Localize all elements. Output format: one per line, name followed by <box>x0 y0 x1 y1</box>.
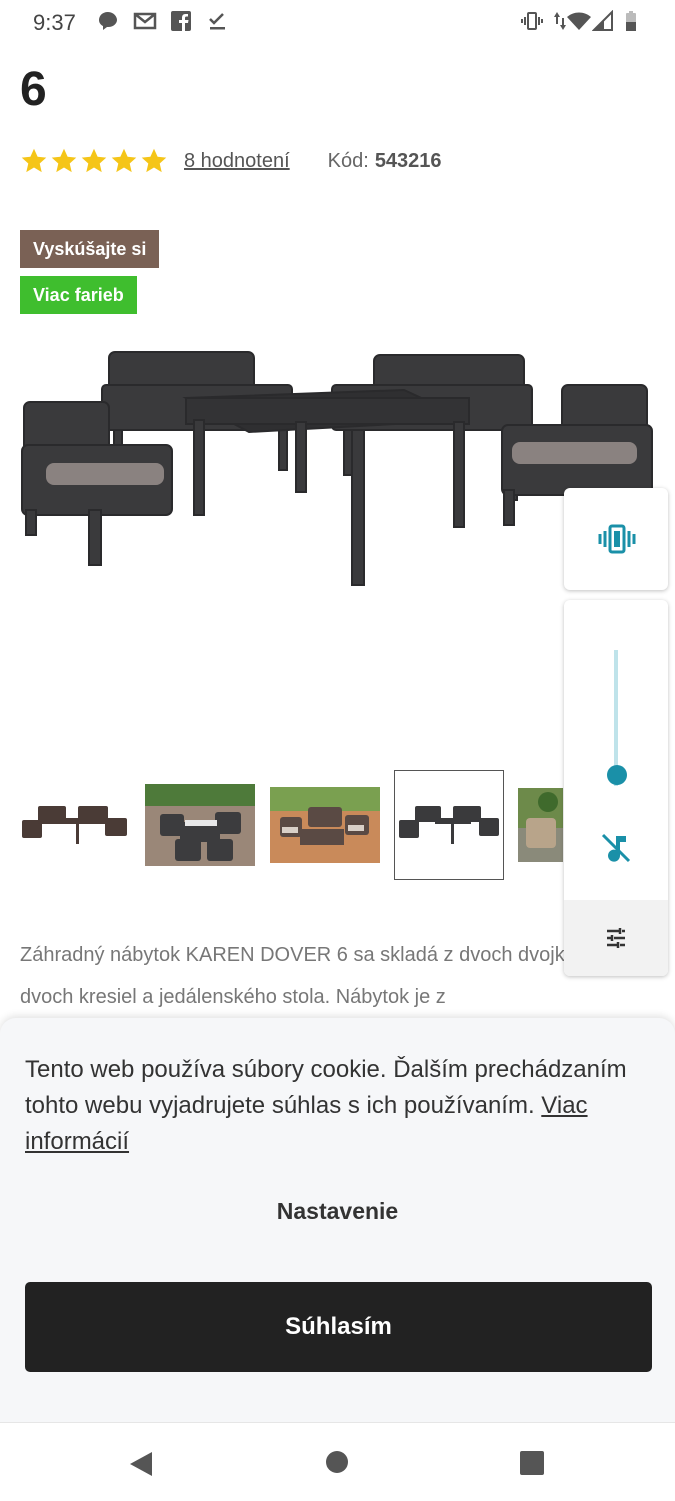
thumbnail-3[interactable] <box>270 770 380 880</box>
facebook-icon <box>171 11 191 31</box>
data-arrows-icon <box>554 12 566 30</box>
cookie-message: Tento web používa súbory cookie. Ďalším … <box>25 1052 645 1160</box>
volume-settings-footer <box>564 900 668 976</box>
thumbnail-image <box>270 787 380 863</box>
star-icon <box>81 148 107 173</box>
thumbnail-image <box>518 788 563 862</box>
volume-ringer-mode-panel <box>564 488 668 590</box>
star-icon <box>111 148 137 173</box>
messenger-icon <box>99 12 117 30</box>
star-icon <box>141 148 167 173</box>
wifi-icon <box>567 12 591 30</box>
product-code-value: 543216 <box>374 149 442 172</box>
recents-icon[interactable] <box>520 1451 544 1475</box>
back-icon[interactable] <box>128 1450 154 1478</box>
volume-panel <box>564 600 668 976</box>
cell-signal-icon <box>592 10 613 31</box>
cookie-settings-button[interactable]: Nastavenie <box>0 1198 675 1225</box>
product-title: 6 <box>20 63 47 116</box>
rating-row: 8 hodnotení Kód: 543216 <box>20 144 442 178</box>
thumbnail-2[interactable] <box>145 770 255 880</box>
rating-stars <box>20 147 168 175</box>
thumbnail-1[interactable] <box>20 770 130 880</box>
star-icon <box>21 148 47 173</box>
vibrate-icon[interactable] <box>598 524 636 554</box>
cookie-consent-sheet: Tento web používa súbory cookie. Ďalším … <box>0 1018 675 1422</box>
status-bar: 9:37 <box>0 0 675 44</box>
badge-try-it: Vyskúšajte si <box>20 230 160 268</box>
reviews-link[interactable]: 8 hodnotení <box>184 150 290 173</box>
cookie-agree-button[interactable]: Súhlasím <box>25 1282 652 1372</box>
vibrate-status-icon <box>521 12 543 30</box>
badge-more-colors: Viac farieb <box>20 276 137 314</box>
volume-slider-knob[interactable] <box>607 765 627 786</box>
task-done-icon <box>209 13 225 30</box>
cookie-message-text: Tento web používa súbory cookie. Ďalším … <box>25 1056 627 1119</box>
thumbnail-image <box>22 806 127 844</box>
thumbnail-5[interactable] <box>518 770 563 880</box>
product-code-label: Kód: <box>327 149 369 172</box>
battery-icon <box>626 11 636 31</box>
home-icon[interactable] <box>326 1451 348 1473</box>
thumbnail-image <box>399 806 499 844</box>
star-icon <box>51 148 77 173</box>
gmail-icon <box>133 12 157 30</box>
equalizer-settings-icon[interactable] <box>604 926 628 950</box>
android-nav-bar <box>0 1422 675 1501</box>
status-time: 9:37 <box>33 10 76 35</box>
music-off-icon[interactable] <box>600 832 632 864</box>
thumbnail-image <box>145 784 255 866</box>
thumbnail-4-selected[interactable] <box>394 770 504 880</box>
